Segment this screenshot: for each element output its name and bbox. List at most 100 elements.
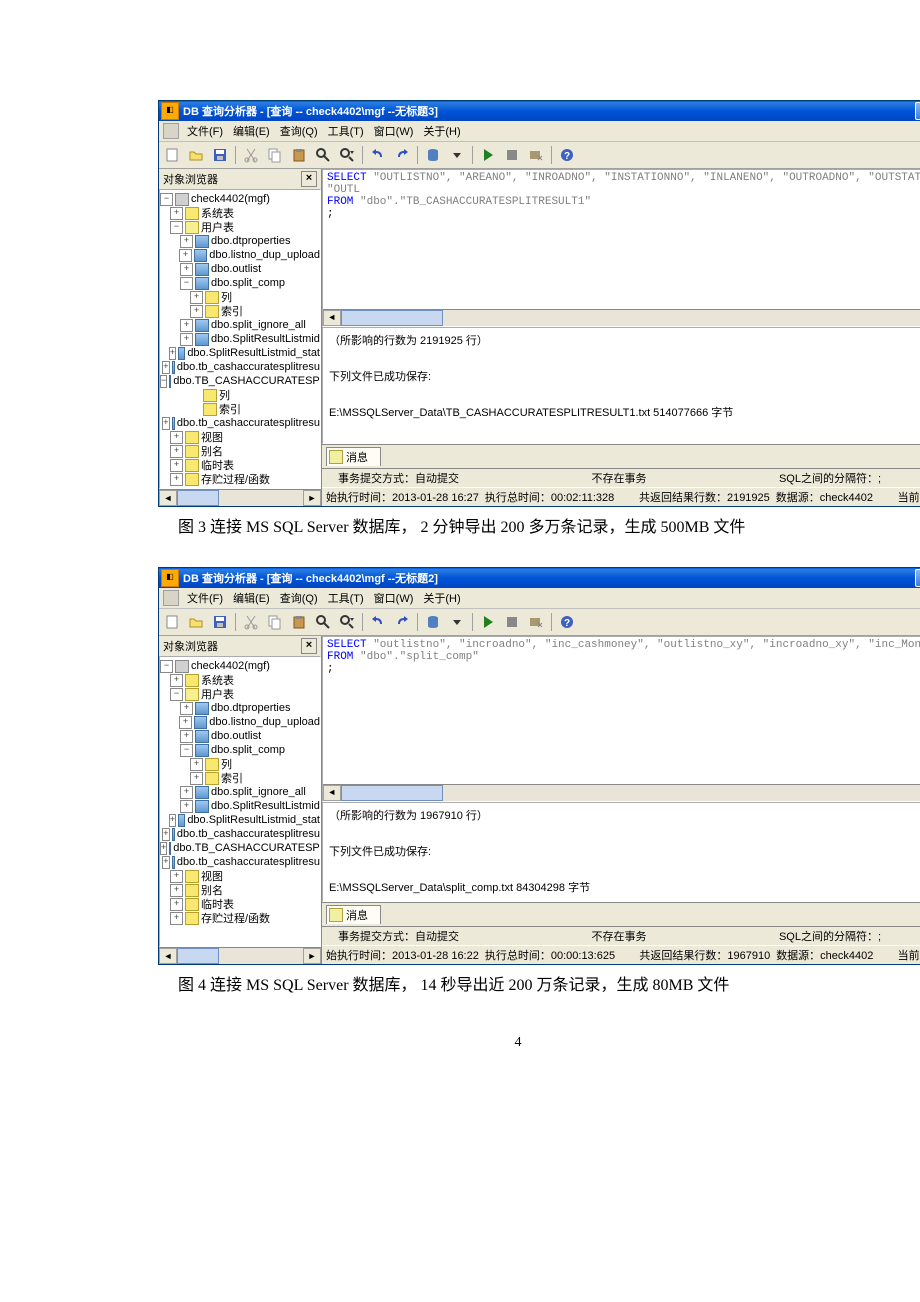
object-tree[interactable]: −check4402(mgf)+系统表−用户表+dbo.dtproperties… bbox=[159, 189, 321, 489]
tree-table[interactable]: +dbo.split_ignore_all bbox=[160, 785, 320, 799]
cut-button[interactable] bbox=[240, 144, 262, 166]
tree-expand-icon[interactable]: + bbox=[180, 319, 193, 332]
menu-item[interactable]: 查询(Q) bbox=[276, 590, 322, 606]
tree-expand-icon[interactable]: + bbox=[169, 814, 176, 827]
mdi-icon[interactable] bbox=[163, 123, 179, 139]
tree-table[interactable]: +dbo.SplitResultListmid_stat bbox=[160, 346, 320, 360]
scroll-thumb[interactable] bbox=[177, 948, 219, 964]
save-button[interactable] bbox=[209, 144, 231, 166]
find-button[interactable] bbox=[312, 144, 334, 166]
tree-collapse-icon[interactable]: − bbox=[160, 660, 173, 673]
menu-item[interactable]: 关于(H) bbox=[419, 590, 464, 606]
object-tree[interactable]: −check4402(mgf)+系统表−用户表+dbo.dtproperties… bbox=[159, 656, 321, 947]
tree-table[interactable]: +dbo.TB_CASHACCURATESPLITRESU bbox=[160, 841, 320, 855]
paste-button[interactable] bbox=[288, 144, 310, 166]
stop-button[interactable] bbox=[501, 144, 523, 166]
sql-editor[interactable]: SELECT "outlistno", "incroadno", "inc_ca… bbox=[322, 636, 920, 802]
tree-table[interactable]: −dbo.split_comp bbox=[160, 743, 320, 757]
open-file-button[interactable] bbox=[185, 611, 207, 633]
tree-collapse-icon[interactable]: − bbox=[170, 688, 183, 701]
tree-folder-col[interactable]: 列 bbox=[160, 388, 320, 402]
undo-button[interactable] bbox=[367, 611, 389, 633]
tree-hscrollbar[interactable]: ◄ ► bbox=[159, 947, 321, 964]
tree-collapse-icon[interactable]: − bbox=[160, 193, 173, 206]
tree-folder[interactable]: +存贮过程/函数 bbox=[160, 911, 320, 925]
dropdown-button[interactable] bbox=[446, 611, 468, 633]
panel-close-button[interactable]: × bbox=[301, 638, 317, 654]
menu-item[interactable]: 编辑(E) bbox=[229, 123, 274, 139]
sql-editor[interactable]: SELECT "OUTLISTNO", "AREANO", "INROADNO"… bbox=[322, 169, 920, 327]
tree-table[interactable]: +dbo.split_ignore_all bbox=[160, 318, 320, 332]
tree-expand-icon[interactable]: + bbox=[170, 431, 183, 444]
tree-collapse-icon[interactable]: − bbox=[170, 221, 183, 234]
tree-expand-icon[interactable]: + bbox=[190, 305, 203, 318]
tree-expand-icon[interactable]: + bbox=[180, 786, 193, 799]
tree-folder-user[interactable]: −用户表 bbox=[160, 220, 320, 234]
redo-button[interactable] bbox=[391, 611, 413, 633]
tree-folder[interactable]: +别名 bbox=[160, 444, 320, 458]
tree-expand-icon[interactable]: + bbox=[170, 898, 183, 911]
tree-expand-icon[interactable]: + bbox=[162, 361, 169, 374]
message-pane[interactable]: （所影响的行数为 2191925 行） 下列文件已成功保存: E:\MSSQLS… bbox=[322, 327, 920, 444]
scroll-left-button[interactable]: ◄ bbox=[323, 785, 341, 801]
tree-expand-icon[interactable]: + bbox=[170, 884, 183, 897]
redo-button[interactable] bbox=[391, 144, 413, 166]
tree-expand-icon[interactable]: + bbox=[190, 772, 203, 785]
dropdown-button[interactable] bbox=[446, 144, 468, 166]
tree-expand-icon[interactable]: + bbox=[179, 716, 192, 729]
tree-folder-col[interactable]: +索引 bbox=[160, 771, 320, 785]
tree-expand-icon[interactable]: + bbox=[170, 870, 183, 883]
tree-expand-icon[interactable]: + bbox=[180, 263, 193, 276]
tree-expand-icon[interactable]: + bbox=[180, 235, 193, 248]
tree-folder[interactable]: +别名 bbox=[160, 883, 320, 897]
tree-folder[interactable]: +存贮过程/函数 bbox=[160, 472, 320, 486]
scroll-left-button[interactable]: ◄ bbox=[159, 490, 177, 506]
tree-table[interactable]: +dbo.outlist bbox=[160, 262, 320, 276]
tree-expand-icon[interactable]: + bbox=[180, 333, 193, 346]
message-tab[interactable]: 消息 bbox=[326, 905, 381, 924]
tree-folder-col[interactable]: +索引 bbox=[160, 304, 320, 318]
cancel-exec-button[interactable] bbox=[525, 144, 547, 166]
tree-expand-icon[interactable]: + bbox=[169, 347, 176, 360]
help-button[interactable]: ? bbox=[556, 611, 578, 633]
tree-table[interactable]: +dbo.SplitResultListmid_stat bbox=[160, 813, 320, 827]
copy-button[interactable] bbox=[264, 611, 286, 633]
message-pane[interactable]: （所影响的行数为 1967910 行） 下列文件已成功保存: E:\MSSQLS… bbox=[322, 802, 920, 902]
tree-collapse-icon[interactable]: − bbox=[160, 375, 167, 388]
tree-collapse-icon[interactable]: − bbox=[180, 744, 193, 757]
tree-folder-user[interactable]: −用户表 bbox=[160, 687, 320, 701]
tree-expand-icon[interactable]: + bbox=[170, 674, 183, 687]
sql-hscrollbar[interactable]: ◄ ► bbox=[323, 309, 920, 326]
menu-item[interactable]: 文件(F) bbox=[183, 590, 227, 606]
tree-expand-icon[interactable]: + bbox=[180, 730, 193, 743]
tree-collapse-icon[interactable]: − bbox=[180, 277, 193, 290]
tree-database[interactable]: −check4402(mgf) bbox=[160, 192, 320, 206]
tree-expand-icon[interactable]: + bbox=[180, 702, 193, 715]
titlebar[interactable]: ◧ DB 查询分析器 - [查询 -- check4402\mgf --无标题2… bbox=[159, 568, 920, 588]
new-file-button[interactable] bbox=[161, 611, 183, 633]
find-next-button[interactable] bbox=[336, 611, 358, 633]
tree-folder-col[interactable]: 索引 bbox=[160, 402, 320, 416]
tree-folder-col[interactable]: +列 bbox=[160, 290, 320, 304]
tree-folder-system[interactable]: +系统表 bbox=[160, 206, 320, 220]
tree-expand-icon[interactable]: + bbox=[162, 856, 169, 869]
tree-table[interactable]: +dbo.tb_cashaccuratesplitresu bbox=[160, 855, 320, 869]
undo-button[interactable] bbox=[367, 144, 389, 166]
database-button[interactable] bbox=[422, 144, 444, 166]
tree-table[interactable]: +dbo.outlist bbox=[160, 729, 320, 743]
tree-folder[interactable]: +视图 bbox=[160, 430, 320, 444]
panel-close-button[interactable]: × bbox=[301, 171, 317, 187]
cut-button[interactable] bbox=[240, 611, 262, 633]
menu-item[interactable]: 工具(T) bbox=[324, 123, 368, 139]
scroll-thumb[interactable] bbox=[341, 785, 443, 801]
tree-table[interactable]: +dbo.listno_dup_upload bbox=[160, 248, 320, 262]
tree-expand-icon[interactable]: + bbox=[162, 828, 169, 841]
tree-expand-icon[interactable]: + bbox=[160, 842, 167, 855]
new-file-button[interactable] bbox=[161, 144, 183, 166]
scroll-thumb[interactable] bbox=[177, 490, 219, 506]
execute-button[interactable] bbox=[477, 144, 499, 166]
tree-expand-icon[interactable]: + bbox=[179, 249, 192, 262]
tree-hscrollbar[interactable]: ◄ ► bbox=[159, 489, 321, 506]
scroll-right-button[interactable]: ► bbox=[303, 490, 321, 506]
tree-table[interactable]: +dbo.SplitResultListmid bbox=[160, 799, 320, 813]
